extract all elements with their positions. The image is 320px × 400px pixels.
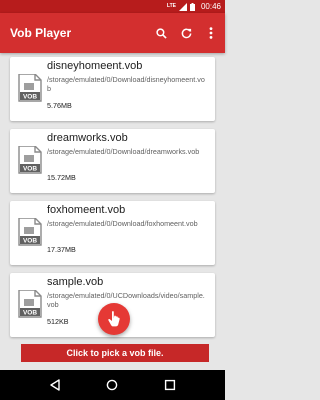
clock: 00:46 bbox=[200, 2, 221, 11]
vob-file-icon: VOB bbox=[18, 146, 42, 174]
vob-icon-label: VOB bbox=[23, 310, 37, 317]
file-size: 512KB bbox=[47, 317, 69, 326]
status-bar: LTE 00:46 bbox=[0, 0, 225, 13]
back-icon[interactable] bbox=[49, 379, 61, 391]
recents-icon[interactable] bbox=[164, 379, 176, 391]
vob-icon-label: VOB bbox=[23, 94, 37, 101]
search-icon[interactable] bbox=[150, 22, 172, 44]
lte-indicator: LTE bbox=[166, 3, 176, 9]
pick-file-fab[interactable] bbox=[98, 303, 130, 335]
battery-icon bbox=[189, 2, 195, 11]
vob-file-icon: VOB bbox=[18, 290, 42, 318]
file-list: VOB disneyhomeent.vob /storage/emulated/… bbox=[10, 57, 215, 345]
vob-file-icon: VOB bbox=[18, 74, 42, 102]
file-path: /storage/emulated/0/UCDownloads/video/sa… bbox=[47, 291, 205, 309]
file-card[interactable]: VOB dreamworks.vob /storage/emulated/0/D… bbox=[10, 129, 215, 193]
file-path: /storage/emulated/0/Download/dreamworks.… bbox=[47, 147, 200, 156]
signal-icon bbox=[178, 2, 187, 11]
file-size: 5.76MB bbox=[47, 101, 72, 110]
file-card[interactable]: VOB foxhomeent.vob /storage/emulated/0/D… bbox=[10, 201, 215, 265]
file-name: dreamworks.vob bbox=[47, 132, 128, 144]
file-name: foxhomeent.vob bbox=[47, 204, 126, 216]
file-name: sample.vob bbox=[47, 276, 104, 288]
home-icon[interactable] bbox=[106, 379, 118, 391]
touch-icon bbox=[108, 311, 120, 327]
app-title: Vob Player bbox=[10, 26, 72, 40]
vob-icon-label: VOB bbox=[23, 238, 37, 245]
system-nav-bar bbox=[0, 370, 225, 400]
file-card[interactable]: VOB disneyhomeent.vob /storage/emulated/… bbox=[10, 57, 215, 121]
file-name: disneyhomeent.vob bbox=[47, 60, 143, 72]
file-size: 17.37MB bbox=[47, 245, 76, 254]
file-path: /storage/emulated/0/Download/disneyhomee… bbox=[47, 75, 205, 93]
file-size: 15.72MB bbox=[47, 173, 76, 182]
vob-file-icon: VOB bbox=[18, 218, 42, 246]
vob-icon-label: VOB bbox=[23, 166, 37, 173]
more-vert-icon[interactable] bbox=[200, 22, 222, 44]
refresh-icon[interactable] bbox=[175, 22, 197, 44]
app-toolbar: Vob Player bbox=[0, 13, 225, 53]
pick-file-hint[interactable]: Click to pick a vob file. bbox=[21, 344, 209, 362]
file-path: /storage/emulated/0/Download/foxhomeent.… bbox=[47, 219, 198, 228]
